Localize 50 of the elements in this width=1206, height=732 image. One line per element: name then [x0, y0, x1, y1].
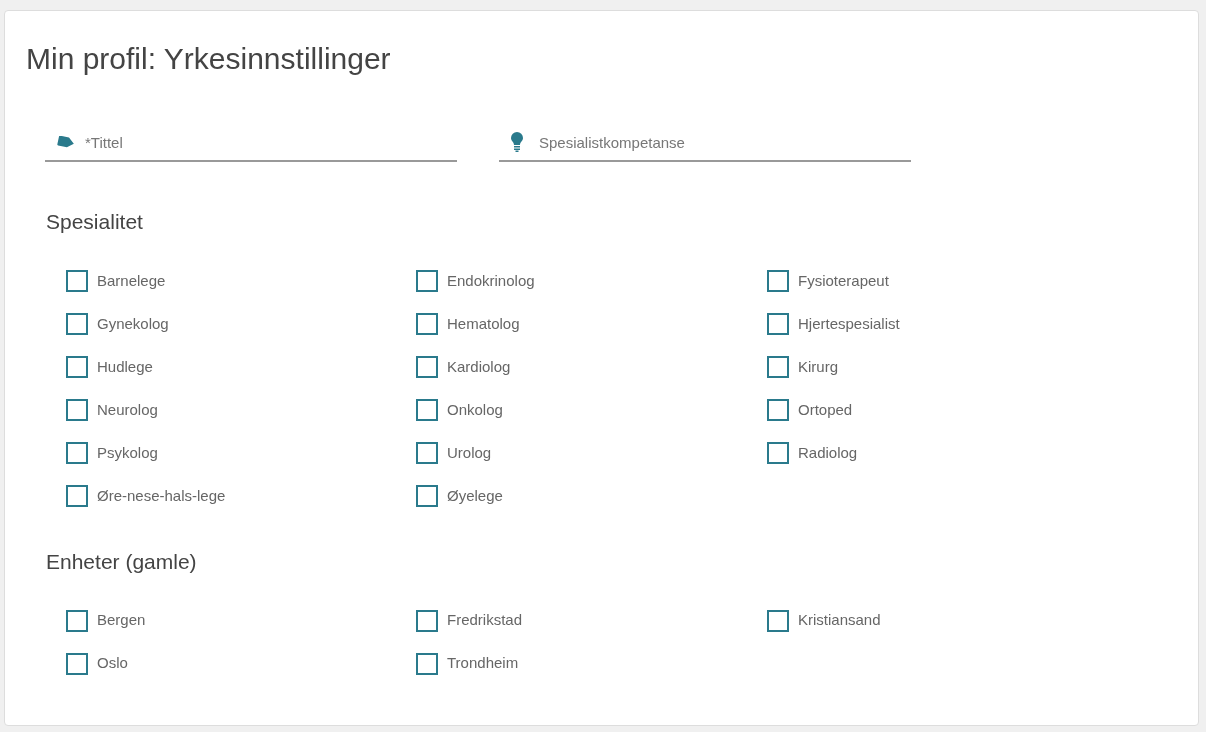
checkbox[interactable] [66, 356, 88, 378]
checkbox[interactable] [66, 270, 88, 292]
checkbox-option[interactable]: Endokrinolog [416, 259, 767, 303]
checkbox[interactable] [416, 485, 438, 507]
section-heading: Spesialitet [46, 209, 143, 235]
checkbox-option[interactable]: Neurolog [66, 388, 416, 432]
checkbox[interactable] [767, 609, 789, 632]
checkbox-option[interactable]: Kristiansand [767, 599, 1117, 642]
checkbox[interactable] [767, 399, 789, 421]
checkbox-option[interactable]: Gynekolog [66, 302, 416, 346]
checkbox[interactable] [767, 356, 789, 378]
checkbox-option[interactable]: Radiolog [767, 431, 1117, 475]
checkbox-option[interactable]: Ortoped [767, 388, 1117, 432]
checkbox-option[interactable]: Bergen [66, 599, 416, 642]
checkbox-option[interactable]: Urolog [416, 431, 767, 475]
checkbox-option[interactable]: Øre-nese-hals-lege [66, 474, 416, 518]
checkbox[interactable] [416, 609, 438, 632]
checkbox-option[interactable]: Kirurg [767, 345, 1117, 389]
checkbox[interactable] [767, 270, 789, 292]
checkbox[interactable] [416, 270, 438, 292]
checkbox-option[interactable]: Fysioterapeut [767, 259, 1117, 303]
checkbox-option[interactable]: Fredrikstad [416, 599, 767, 642]
checkbox[interactable] [66, 399, 88, 421]
section-heading: Enheter (gamle) [46, 548, 197, 575]
checkbox[interactable] [416, 399, 438, 421]
checkbox-option[interactable]: Hudlege [66, 345, 416, 389]
tag-icon [57, 136, 75, 148]
checkbox[interactable] [416, 356, 438, 378]
checkbox-option[interactable]: Trondheim [416, 642, 767, 685]
checkbox[interactable] [66, 313, 88, 335]
text-field[interactable]: Spesialistkompetanse [499, 124, 911, 162]
checkbox-option[interactable]: Øyelege [416, 474, 767, 518]
checkbox[interactable] [767, 313, 789, 335]
checkbox[interactable] [66, 485, 88, 507]
checkbox-option[interactable]: Hematolog [416, 302, 767, 346]
checkbox[interactable] [416, 313, 438, 335]
checkbox-option[interactable]: Oslo [66, 642, 416, 685]
checkbox-option[interactable]: Onkolog [416, 388, 767, 432]
checkbox[interactable] [767, 442, 789, 464]
checkbox-option[interactable]: Hjertespesialist [767, 302, 1117, 346]
checkbox-option[interactable]: Kardiolog [416, 345, 767, 389]
checkbox-option[interactable]: Barnelege [66, 259, 416, 303]
checkbox[interactable] [416, 442, 438, 464]
checkbox[interactable] [416, 652, 438, 675]
checkbox-option[interactable]: Psykolog [66, 431, 416, 475]
checkbox[interactable] [66, 442, 88, 464]
checkbox[interactable] [66, 609, 88, 632]
checkbox[interactable] [66, 652, 88, 675]
page-title: Min profil: Yrkesinnstillinger [26, 44, 391, 74]
lightbulb-icon [511, 132, 523, 152]
